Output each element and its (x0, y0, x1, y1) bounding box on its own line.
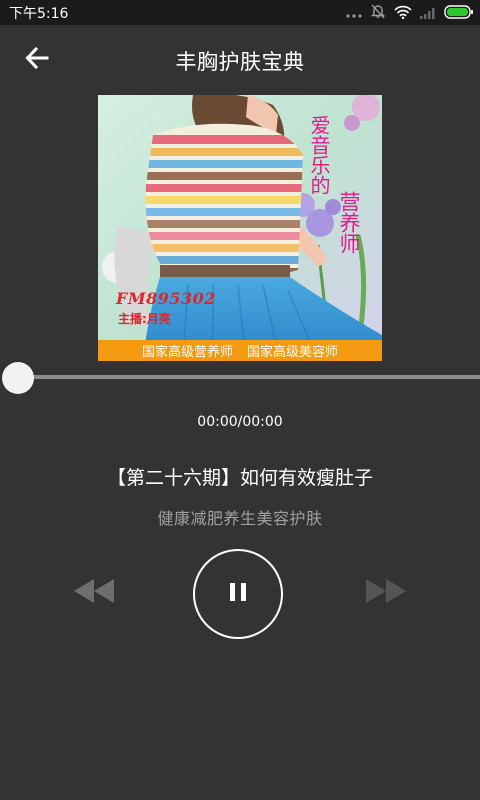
next-button[interactable] (362, 573, 410, 609)
status-bar: 下午5:16 (0, 0, 480, 25)
fast-forward-icon (362, 579, 410, 613)
cover-banner: 国家高级营养师 国家高级美容师 (98, 340, 382, 361)
cover-tagline-2: 营养师 (337, 191, 361, 254)
previous-button[interactable] (70, 573, 118, 609)
cover-banner-left: 国家高级营养师 (141, 345, 233, 360)
cover-host: 主播:月亮 (118, 312, 171, 326)
more-dots-icon (346, 4, 362, 23)
battery-icon (444, 4, 474, 23)
page-title: 丰胸护肤宝典 (175, 50, 305, 74)
seek-thumb[interactable] (2, 362, 34, 394)
rewind-icon (70, 579, 118, 613)
cover-banner-right: 国家高级美容师 (247, 345, 339, 360)
signal-icon (420, 4, 436, 23)
status-time: 下午5:16 (9, 6, 69, 22)
album-cover: 爱音乐的 营养师 FM895302 主播:月亮 国家高级营养师 国家高级美容师 (98, 95, 382, 361)
app-header: 丰胸护肤宝典 (0, 25, 480, 97)
wifi-icon (394, 4, 412, 23)
pause-icon (228, 581, 248, 607)
time-readout: 00:00/00:00 (197, 414, 283, 430)
cover-tagline-1: 爱音乐的 (307, 115, 331, 195)
bell-off-icon (370, 3, 386, 23)
cover-fm-number: FM895302 (116, 289, 216, 308)
track-title: 【第二十六期】如何有效瘦肚子 (106, 467, 373, 489)
seek-bar[interactable] (18, 375, 480, 379)
play-pause-button[interactable] (193, 549, 283, 639)
track-subtitle: 健康减肥养生美容护肤 (157, 509, 323, 528)
status-icons (346, 4, 474, 22)
